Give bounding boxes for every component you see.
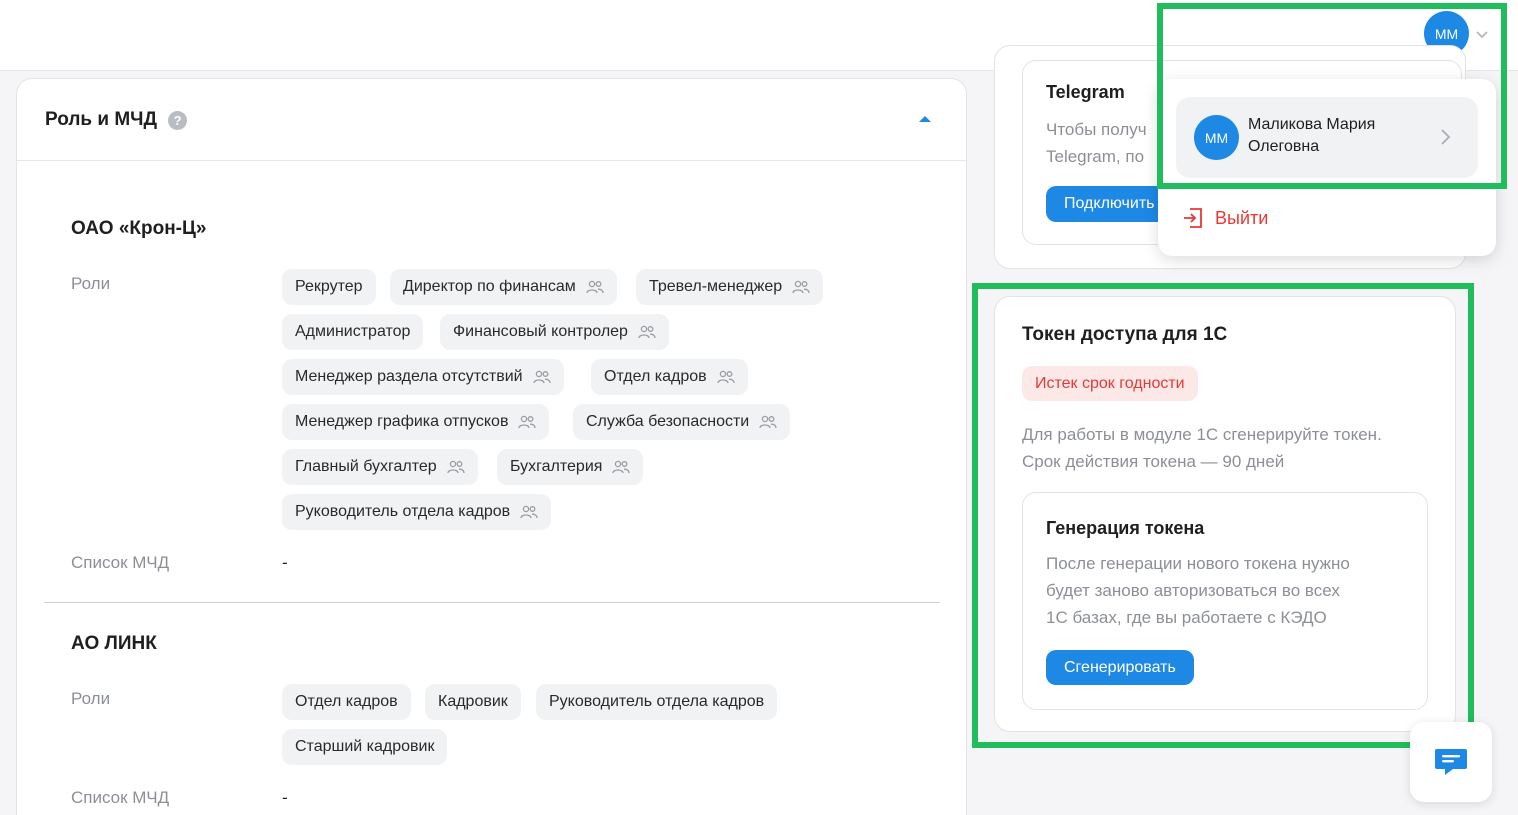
- mchd-value: -: [282, 553, 288, 572]
- connect-telegram-button[interactable]: Подключить: [1046, 186, 1173, 222]
- role-chip: Кадровик: [425, 684, 521, 720]
- role-chip: Руководитель отдела кадров: [536, 684, 778, 720]
- logout-label: Выйти: [1215, 207, 1269, 228]
- logout-icon: [1184, 208, 1202, 228]
- role-mchd-header[interactable]: Роль и МЧД ?: [17, 79, 966, 161]
- group-icon: [518, 415, 537, 429]
- mchd-value: -: [282, 788, 288, 807]
- group-icon: [638, 325, 656, 339]
- role-chip: Финансовый контролер: [440, 314, 669, 350]
- role-chip: Руководитель отдела кадров: [282, 494, 552, 530]
- group-icon: [716, 370, 735, 384]
- group-icon: [532, 370, 551, 384]
- role-chip: Менеджер графика отпусков: [282, 404, 550, 440]
- group-icon: [586, 280, 604, 294]
- role-mchd-card: Роль и МЧД ? ОАО «Крон-Ц» Роли Рекрутер …: [16, 78, 967, 815]
- roles-label: Роли: [71, 274, 111, 293]
- chat-widget-button[interactable]: [1410, 722, 1492, 802]
- telegram-title: Telegram: [1046, 82, 1125, 102]
- role-chip: Директор по финансам: [390, 269, 617, 305]
- group-icon: [759, 415, 777, 429]
- role-chip: Рекрутер: [282, 269, 376, 305]
- role-chip: Отдел кадров: [282, 684, 411, 720]
- role-chip: Тревел-менеджер: [636, 269, 824, 305]
- org-divider: [44, 602, 940, 603]
- highlight-user-menu: [1157, 3, 1507, 189]
- group-icon: [612, 460, 631, 474]
- role-chip: Бухгалтерия: [497, 449, 644, 485]
- org-title: АО ЛИНК: [71, 633, 157, 654]
- help-icon[interactable]: ?: [168, 111, 188, 130]
- group-icon: [447, 460, 465, 474]
- role-chip: Главный бухгалтер: [282, 449, 478, 485]
- collapse-caret-icon[interactable]: [919, 116, 931, 122]
- mchd-label: Список МЧД: [71, 553, 170, 572]
- role-chip: Старший кадровик: [282, 729, 448, 765]
- section-title: Роль и МЧД: [45, 108, 158, 130]
- role-chip: Администратор: [282, 314, 424, 350]
- group-icon: [520, 505, 538, 519]
- logout-button[interactable]: Выйти: [1182, 207, 1268, 229]
- highlight-token-card: [972, 283, 1474, 748]
- roles-label: Роли: [71, 689, 111, 708]
- role-chip: Служба безопасности: [573, 404, 791, 440]
- org-title: ОАО «Крон-Ц»: [71, 218, 207, 239]
- chat-icon: [1435, 749, 1467, 775]
- role-chip: Менеджер раздела отсутствий: [282, 359, 564, 395]
- role-chip: Отдел кадров: [591, 359, 748, 395]
- mchd-label: Список МЧД: [71, 788, 170, 807]
- group-icon: [792, 280, 810, 294]
